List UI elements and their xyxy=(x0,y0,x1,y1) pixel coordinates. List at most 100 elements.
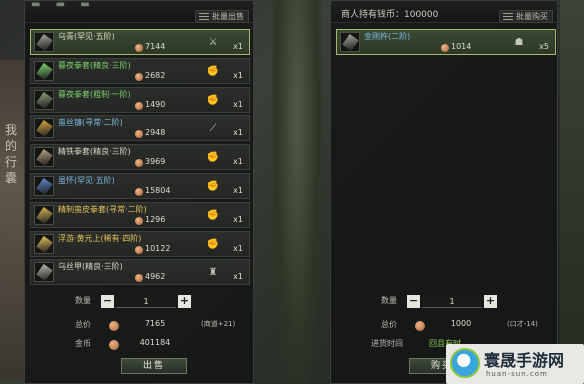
total-label: 总价 xyxy=(381,320,397,329)
item-row[interactable]: 金刚杵(二阶) 1014 ☗ x5 xyxy=(336,29,556,55)
item-row[interactable]: 暮夜拳套(粗制·一阶) 1490 ✊ x1 xyxy=(30,86,250,113)
coin-icon xyxy=(109,340,119,350)
background-scenery xyxy=(560,0,584,384)
item-thumbnail-shape xyxy=(36,178,53,195)
item-quantity: x1 xyxy=(233,128,243,138)
item-thumbnail xyxy=(34,233,54,254)
quantity-value[interactable]: 1 xyxy=(116,295,176,308)
item-price: 2948 xyxy=(145,128,166,138)
item-name: 暮夜拳套(精良·三阶) xyxy=(58,60,131,70)
sword-icon: ⚔ xyxy=(208,37,218,48)
batch-buy-button[interactable]: 批量购买 xyxy=(499,10,553,23)
item-name: 浮游·黄元上(稀有·四阶) xyxy=(58,233,142,243)
item-quantity: x1 xyxy=(233,70,243,80)
inventory-header: ▬ ▬ ▬ 批量出售 xyxy=(25,0,253,23)
background-character: 我 的 行 囊 xyxy=(0,60,24,380)
inventory-panel: ▬ ▬ ▬ 批量出售 乌青(罕见·五阶) 7144 ⚔ x1 暮夜拳套(精良·三阶) 26… xyxy=(24,0,254,384)
coin-icon xyxy=(135,216,143,225)
item-thumbnail xyxy=(34,147,54,168)
coin-icon xyxy=(109,321,119,331)
quantity-decrease-button[interactable]: − xyxy=(101,295,114,308)
quantity-stepper[interactable]: − 1 + xyxy=(407,295,497,308)
item-price: 15804 xyxy=(145,185,171,195)
item-quantity: x1 xyxy=(233,272,243,282)
coin-icon xyxy=(135,159,143,168)
coin-icon xyxy=(135,274,143,283)
item-quantity: x1 xyxy=(233,214,243,224)
fist-icon: ✊ xyxy=(206,94,220,106)
item-thumbnail-shape xyxy=(36,91,53,109)
item-thumbnail-shape xyxy=(36,34,53,51)
armor-icon: ♜ xyxy=(208,267,218,279)
item-row[interactable]: 暮夜拳套(精良·三阶) 2682 ✊ x1 xyxy=(30,57,250,84)
item-thumbnail xyxy=(34,32,54,52)
item-thumbnail-shape xyxy=(342,34,359,51)
item-thumbnail-shape xyxy=(36,206,53,224)
item-name: 乌青(罕见·五阶) xyxy=(58,32,115,41)
bag-title-char: 囊 xyxy=(4,171,17,185)
quantity-decrease-button[interactable]: − xyxy=(407,295,420,308)
merchant-panel: 商人持有钱币：100000 批量购买 金刚杵(二阶) 1014 ☗ x5 数量 − 1… xyxy=(330,0,558,384)
item-row[interactable]: 乌青(罕见·五阶) 7144 ⚔ x1 xyxy=(30,29,250,55)
item-row[interactable]: 精铁拳套(精良·三阶) 3969 ✊ x1 xyxy=(30,144,250,171)
item-row[interactable]: 蛮丝镰(寻常·二阶) 2948 ⟋ x1 xyxy=(30,115,250,142)
coin-icon xyxy=(135,44,143,52)
coin-value: 401184 xyxy=(139,338,171,347)
coin-icon xyxy=(441,44,449,52)
total-bonus-note: (商道+21) xyxy=(201,320,236,328)
item-thumbnail xyxy=(34,89,54,110)
item-price: 1014 xyxy=(451,42,472,51)
header-tab-marks: ▬ ▬ ▬ xyxy=(31,0,96,10)
item-price: 1296 xyxy=(145,214,166,224)
item-quantity: x1 xyxy=(233,42,243,51)
quantity-increase-button[interactable]: + xyxy=(484,295,497,308)
fist-icon: ✊ xyxy=(206,238,220,250)
item-thumbnail xyxy=(34,262,54,283)
fist-icon: ✊ xyxy=(206,152,220,164)
item-thumbnail-shape xyxy=(36,235,53,253)
quantity-increase-button[interactable]: + xyxy=(178,295,191,308)
list-icon xyxy=(503,13,513,20)
quantity-label: 数量 xyxy=(75,296,91,305)
item-name: 蛮丝镰(寻常·二阶) xyxy=(58,118,123,128)
watermark-logo-icon xyxy=(450,348,480,378)
fist-icon: ✊ xyxy=(206,65,220,77)
item-thumbnail-shape xyxy=(36,120,53,138)
batch-sell-button[interactable]: 批量出售 xyxy=(195,10,249,23)
coin-icon xyxy=(415,321,425,331)
total-penalty-note: (口才-14) xyxy=(507,320,538,328)
restock-label: 进货时间 xyxy=(371,339,403,348)
coin-icon xyxy=(135,101,143,110)
item-quantity: x1 xyxy=(233,99,243,109)
item-thumbnail xyxy=(34,204,54,225)
total-value: 7165 xyxy=(144,319,166,328)
sell-button[interactable]: 出售 xyxy=(121,358,187,374)
item-quantity: x1 xyxy=(233,157,243,167)
list-icon xyxy=(199,13,209,20)
item-thumbnail xyxy=(340,32,360,52)
quantity-label: 数量 xyxy=(381,296,397,305)
item-name: 虽怀(罕见·五阶) xyxy=(58,175,115,185)
helmet-icon: ☗ xyxy=(514,37,524,48)
quantity-value[interactable]: 1 xyxy=(422,295,482,308)
item-name: 暮夜拳套(粗制·一阶) xyxy=(58,89,131,99)
item-thumbnail-shape xyxy=(36,149,53,167)
item-row[interactable]: 浮游·黄元上(稀有·四阶) 10122 ✊ x1 xyxy=(30,230,250,257)
fist-icon: ✊ xyxy=(206,180,220,192)
total-value: 1000 xyxy=(450,319,472,328)
item-name: 精铁拳套(精良·三阶) xyxy=(58,147,131,157)
item-row[interactable]: 精制蛮皮拳套(寻常·二阶) 1296 ✊ x1 xyxy=(30,201,250,228)
item-thumbnail-shape xyxy=(36,62,53,80)
item-price: 3969 xyxy=(145,157,166,167)
item-price: 2682 xyxy=(145,70,166,80)
item-row[interactable]: 乌丝甲(精良·三阶) 4962 ♜ x1 xyxy=(30,259,250,286)
bag-title-char: 的 xyxy=(4,139,17,153)
quantity-stepper[interactable]: − 1 + xyxy=(101,295,191,308)
item-price: 10122 xyxy=(145,243,171,253)
item-name: 乌丝甲(精良·三阶) xyxy=(58,262,123,272)
item-row[interactable]: 虽怀(罕见·五阶) 15804 ✊ x1 xyxy=(30,172,250,199)
blade-icon: ⟋ xyxy=(209,123,217,135)
watermark-url: huan-sun.com xyxy=(486,370,548,378)
item-name: 精制蛮皮拳套(寻常·二阶) xyxy=(58,204,147,214)
item-price: 1490 xyxy=(145,99,166,109)
